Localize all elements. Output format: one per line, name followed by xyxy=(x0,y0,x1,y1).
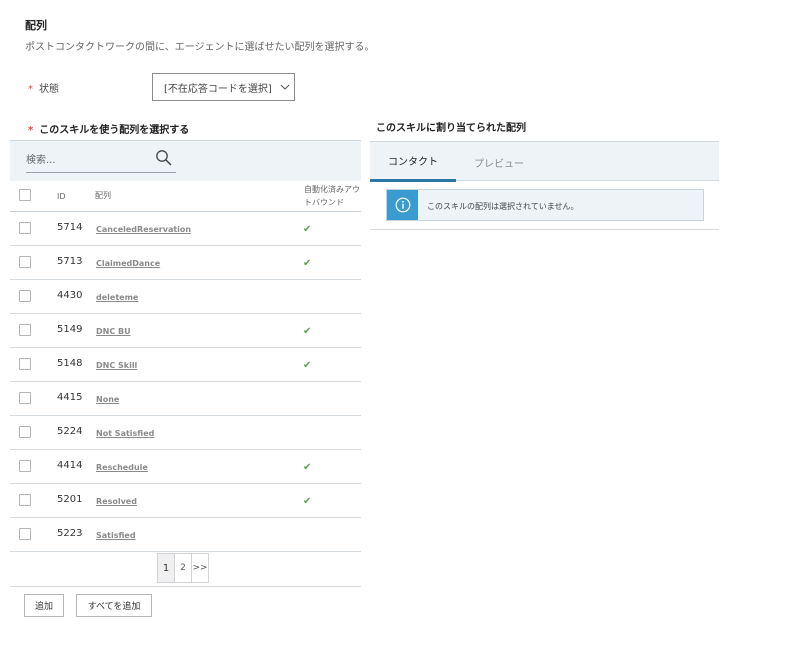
row-checkbox[interactable] xyxy=(19,290,31,302)
row-disposition-link[interactable]: Not Satisfied xyxy=(96,429,154,438)
tab-contact[interactable]: コンタクト xyxy=(370,142,456,182)
row-id: 5149 xyxy=(57,324,83,335)
next-page-button[interactable]: >> xyxy=(191,553,209,583)
row-id: 5713 xyxy=(57,256,83,267)
row-checkbox[interactable] xyxy=(19,324,31,336)
page-2-button[interactable]: 2 xyxy=(174,553,192,583)
row-id: 4430 xyxy=(57,290,83,301)
row-checkbox[interactable] xyxy=(19,494,31,506)
row-id: 5148 xyxy=(57,358,83,369)
row-disposition-link[interactable]: deleteme xyxy=(96,293,138,302)
table-header: ID 配列 自動化済みアウトバウンド xyxy=(10,181,361,212)
section-description: ポストコンタクトワークの間に、エージェントに選ばせたい配列を選択する。 xyxy=(25,42,375,53)
table-row: 4430 deleteme xyxy=(10,280,361,314)
divider xyxy=(370,229,719,230)
table-row: 5201 Resolved ✔ xyxy=(10,484,361,518)
column-header-disposition[interactable]: 配列 xyxy=(95,190,111,201)
info-icon-container xyxy=(387,190,418,220)
table-row: 5714 CanceledReservation ✔ xyxy=(10,212,361,246)
row-disposition-link[interactable]: DNC BU xyxy=(96,327,131,336)
search-input[interactable] xyxy=(26,149,176,173)
row-checkbox[interactable] xyxy=(19,358,31,370)
check-icon: ✔ xyxy=(303,360,312,371)
check-icon: ✔ xyxy=(303,258,312,269)
table-row: 4414 Reschedule ✔ xyxy=(10,450,361,484)
state-select-value: [不在応答コードを選択] xyxy=(164,83,272,95)
row-disposition-link[interactable]: None xyxy=(96,395,119,404)
table-row: 5224 Not Satisfied xyxy=(10,416,361,450)
table-row: 5149 DNC BU ✔ xyxy=(10,314,361,348)
add-all-button[interactable]: すべてを追加 xyxy=(76,594,152,617)
check-icon: ✔ xyxy=(303,496,312,507)
state-label-text: 状態 xyxy=(39,84,59,95)
search-icon[interactable] xyxy=(155,149,173,167)
check-icon: ✔ xyxy=(303,224,312,235)
info-message: このスキルの配列は選択されていません。 xyxy=(386,189,704,221)
right-panel-heading: このスキルに割り当てられた配列 xyxy=(376,123,526,134)
chevron-down-icon xyxy=(280,84,290,90)
row-disposition-link[interactable]: Resolved xyxy=(96,497,137,506)
info-icon xyxy=(395,197,410,213)
row-disposition-link[interactable]: Reschedule xyxy=(96,463,148,472)
state-label: * 状態 xyxy=(28,80,59,95)
check-icon: ✔ xyxy=(303,326,312,337)
divider xyxy=(10,586,361,587)
table-row: 5148 DNC Skill ✔ xyxy=(10,348,361,382)
page-1-button[interactable]: 1 xyxy=(157,553,175,583)
row-checkbox[interactable] xyxy=(19,528,31,540)
search-bar xyxy=(10,140,361,181)
row-id: 5224 xyxy=(57,426,83,437)
select-all-checkbox[interactable] xyxy=(19,189,31,201)
row-disposition-link[interactable]: CanceledReservation xyxy=(96,225,191,234)
row-checkbox[interactable] xyxy=(19,426,31,438)
row-id: 4414 xyxy=(57,460,83,471)
dispositions-table: ID 配列 自動化済みアウトバウンド 5714 CanceledReservati… xyxy=(10,181,361,552)
left-panel-heading-text: このスキルを使う配列を選択する xyxy=(39,125,190,136)
row-id: 5223 xyxy=(57,528,83,539)
table-row: 5223 Satisfied xyxy=(10,518,361,552)
row-disposition-link[interactable]: DNC Skill xyxy=(96,361,137,370)
add-button[interactable]: 追加 xyxy=(24,594,64,617)
row-id: 4415 xyxy=(57,392,83,403)
info-message-text: このスキルの配列は選択されていません。 xyxy=(427,202,579,211)
tab-preview[interactable]: プレビュー xyxy=(456,142,542,182)
row-checkbox[interactable] xyxy=(19,222,31,234)
row-id: 5201 xyxy=(57,494,83,505)
row-checkbox[interactable] xyxy=(19,392,31,404)
section-title: 配列 xyxy=(25,19,47,32)
check-icon: ✔ xyxy=(303,462,312,473)
row-checkbox[interactable] xyxy=(19,256,31,268)
state-select[interactable]: [不在応答コードを選択] xyxy=(152,73,295,101)
pagination: 1 2 >> xyxy=(157,553,209,583)
row-disposition-link[interactable]: Satisfied xyxy=(96,531,136,540)
row-id: 5714 xyxy=(57,222,83,233)
required-mark: * xyxy=(28,84,33,95)
table-row: 4415 None xyxy=(10,382,361,416)
table-row: 5713 ClaimedDance ✔ xyxy=(10,246,361,280)
left-panel-heading: * このスキルを使う配列を選択する xyxy=(28,121,189,136)
required-mark: * xyxy=(28,125,34,136)
tab-bar: コンタクト プレビュー xyxy=(370,141,719,182)
row-checkbox[interactable] xyxy=(19,460,31,472)
column-header-auto-outbound[interactable]: 自動化済みアウトバウンド xyxy=(304,183,360,209)
row-disposition-link[interactable]: ClaimedDance xyxy=(96,259,160,268)
column-header-id[interactable]: ID xyxy=(57,192,66,201)
